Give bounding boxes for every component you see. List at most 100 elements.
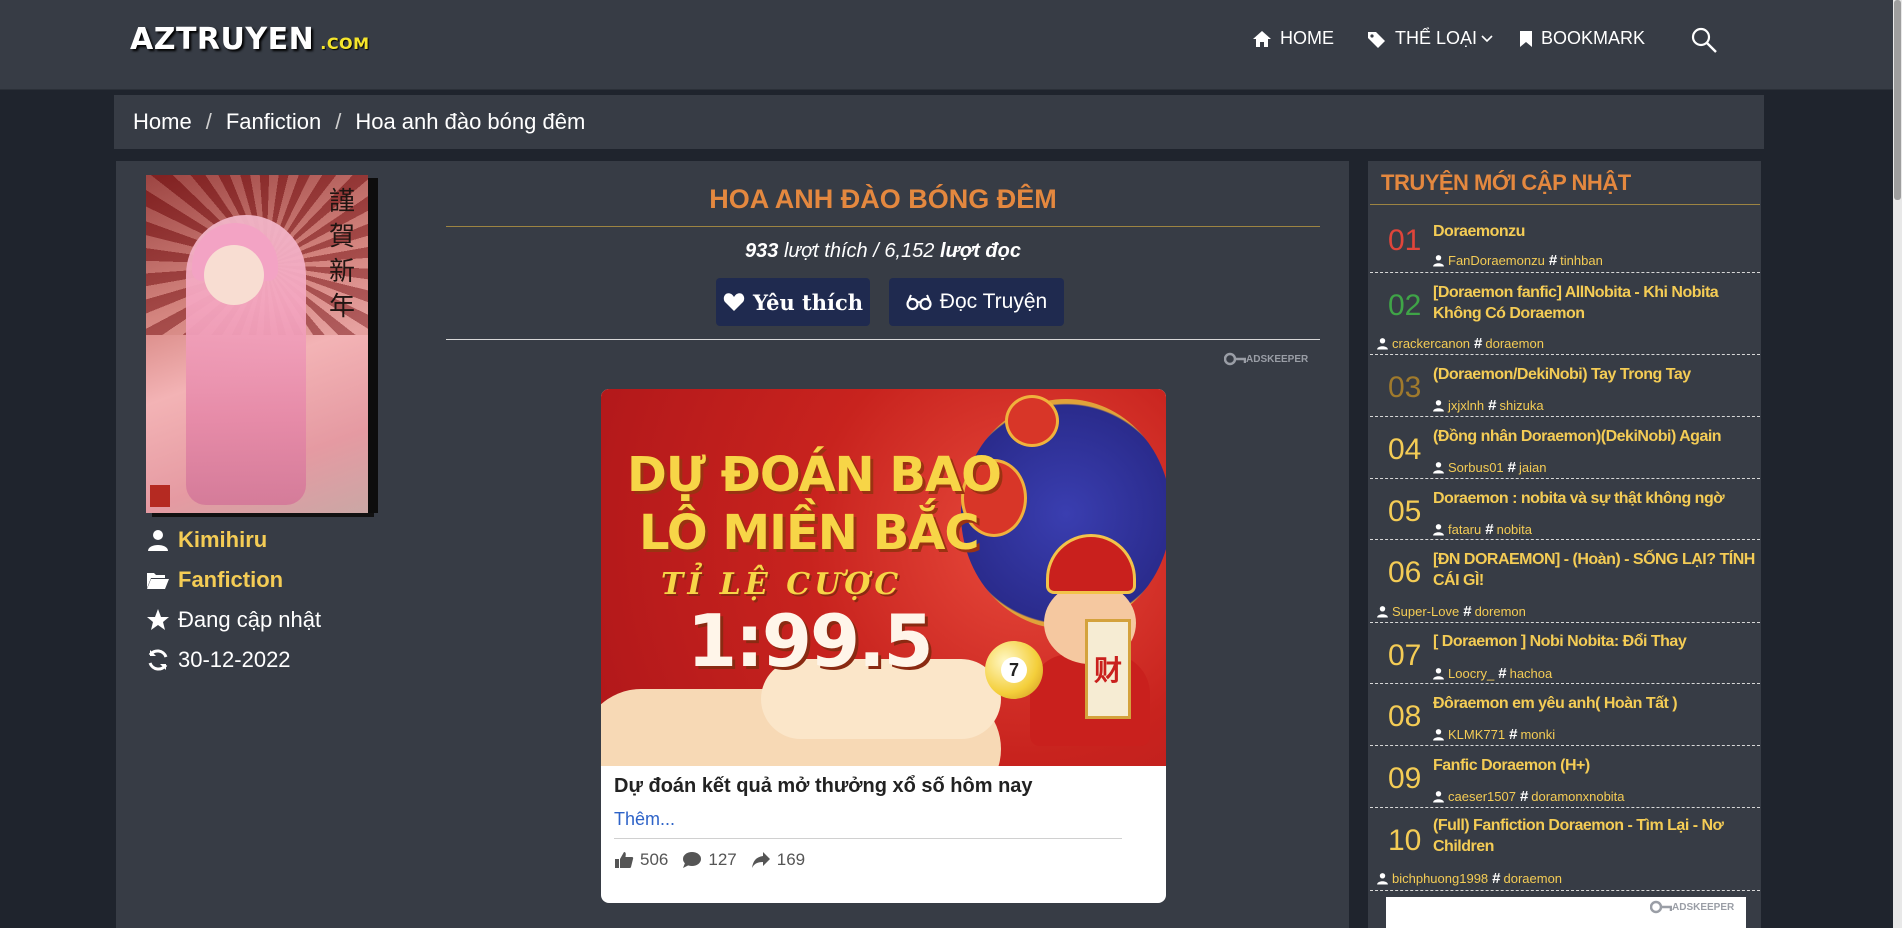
latest-story-title[interactable]: Fanfic Doraemon (H+) <box>1433 755 1755 776</box>
story-genre-name: Fanfiction <box>178 567 284 592</box>
nav-bookmark-link[interactable]: BOOKMARK <box>1519 28 1645 49</box>
hashtag-icon: # <box>1474 335 1483 352</box>
latest-story-title[interactable]: (Doraemon/DekiNobi) Tay Trong Tay <box>1433 364 1755 385</box>
latest-story-author[interactable]: FanDoraemonzu <box>1448 253 1545 268</box>
latest-story-title[interactable]: (Full) Fanfiction Doraemon - Tìm Lại - N… <box>1433 815 1755 857</box>
site-logo[interactable]: AZTRUYEN .COM <box>130 22 370 57</box>
rank-number: 07 <box>1388 639 1422 672</box>
rank-number: 10 <box>1388 824 1422 857</box>
latest-story-tag[interactable]: tinhban <box>1560 253 1603 268</box>
latest-story-tag[interactable]: doraemon <box>1485 336 1544 351</box>
key-icon <box>1224 352 1246 366</box>
latest-story-title[interactable]: Đôraemon em yêu anh( Hoàn Tất ) <box>1433 693 1755 714</box>
user-icon <box>1433 729 1444 741</box>
rank-number: 05 <box>1388 495 1422 528</box>
latest-story-tag[interactable]: shizuka <box>1499 398 1543 413</box>
latest-story-author[interactable]: fataru <box>1448 522 1481 537</box>
breadcrumb-separator: / <box>335 109 342 134</box>
favorite-button[interactable]: Yêu thích <box>716 278 870 326</box>
latest-story-meta: crackercanon # doraemon <box>1376 335 1544 352</box>
latest-story-tag[interactable]: doraemon <box>1504 871 1563 886</box>
latest-story-item[interactable]: 09 Fanfic Doraemon (H+) caeser1507 # doram… <box>1370 746 1760 808</box>
breadcrumb-genre[interactable]: Fanfiction <box>226 109 321 135</box>
heart-icon <box>723 293 745 311</box>
user-icon <box>1377 873 1388 885</box>
latest-story-author[interactable]: Sorbus01 <box>1448 460 1504 475</box>
user-icon <box>1433 462 1444 474</box>
latest-story-meta: Sorbus01 # jaian <box>1432 459 1546 476</box>
page-scrollbar-thumb[interactable] <box>1894 0 1901 200</box>
latest-story-item[interactable]: 08 Đôraemon em yêu anh( Hoàn Tất ) KLMK7… <box>1370 684 1760 746</box>
latest-story-author[interactable]: jxjxlnh <box>1448 398 1484 413</box>
latest-story-item[interactable]: 06 [ĐN DORAEMON] - (Hoàn) - SỐNG LẠI? TÍ… <box>1370 540 1760 623</box>
share-icon <box>751 852 770 868</box>
user-icon <box>1433 524 1444 536</box>
nav-genre-dropdown[interactable]: THỂ LOẠI <box>1367 28 1493 49</box>
latest-story-meta: bichphuong1998 # doraemon <box>1376 870 1562 887</box>
ad-description[interactable]: Dự đoán kết quả mở thưởng xổ số hôm nay <box>614 775 1033 798</box>
latest-story-item[interactable]: 01 Doraemonzu FanDoraemonzu # tinhban <box>1370 205 1760 273</box>
chevron-down-icon <box>1481 34 1493 42</box>
latest-story-title[interactable]: [ Doraemon ] Nobi Nobita: Đổi Thay <box>1433 631 1755 652</box>
ad-card[interactable]: 7 财 DỰ ĐOÁN BAO LÔ MIỀN BẮC TỈ LỆ CƯỢC 1… <box>601 389 1166 903</box>
latest-story-tag[interactable]: doramonxnobita <box>1531 789 1624 804</box>
ad-like-button[interactable]: 506 <box>614 850 668 870</box>
story-status-text: Đang cập nhật <box>178 607 322 632</box>
breadcrumb-separator: / <box>205 109 212 134</box>
latest-story-title[interactable]: (Đồng nhân Doraemon)(DekiNobi) Again <box>1433 426 1755 447</box>
latest-story-item[interactable]: 04 (Đồng nhân Doraemon)(DekiNobi) Again … <box>1370 417 1760 479</box>
latest-story-tag[interactable]: jaian <box>1519 460 1546 475</box>
latest-story-item[interactable]: 05 Doraemon : nobita và sự thật không ng… <box>1370 479 1760 540</box>
key-icon <box>1650 900 1672 914</box>
story-author[interactable]: Kimihiru <box>146 527 267 553</box>
ad-more-link[interactable]: Thêm... <box>614 809 675 830</box>
adskeeper-badge[interactable]: ADSKEEPER <box>1224 352 1308 366</box>
latest-story-author[interactable]: caeser1507 <box>1448 789 1516 804</box>
latest-story-author[interactable]: KLMK771 <box>1448 727 1505 742</box>
read-story-button-label: Đọc Truyện <box>939 290 1048 313</box>
ad-ball-number: 7 <box>1001 657 1027 683</box>
latest-story-title[interactable]: Doraemon : nobita và sự thật không ngờ <box>1433 488 1755 509</box>
latest-story-item[interactable]: 07 [ Doraemon ] Nobi Nobita: Đổi Thay Lo… <box>1370 623 1760 684</box>
latest-story-title[interactable]: Doraemonzu <box>1433 221 1755 242</box>
home-icon <box>1253 30 1271 47</box>
latest-story-tag[interactable]: monki <box>1520 727 1555 742</box>
nav-bookmark-label: BOOKMARK <box>1541 28 1646 48</box>
ad-comment-button[interactable]: 127 <box>682 850 737 870</box>
search-button[interactable] <box>1690 26 1718 59</box>
latest-story-author[interactable]: Loocry_ <box>1448 666 1494 681</box>
nav-home-link[interactable]: HOME <box>1252 28 1334 49</box>
story-genre[interactable]: Fanfiction <box>146 567 283 593</box>
adskeeper-label: ADSKEEPER <box>1246 353 1309 365</box>
logo-main-text: AZTRUYEN <box>130 22 315 57</box>
story-title: HOA ANH ĐÀO BÓNG ĐÊM <box>709 184 1057 214</box>
read-story-button[interactable]: Đọc Truyện <box>889 278 1064 326</box>
hashtag-icon: # <box>1519 788 1529 805</box>
rank-number: 02 <box>1388 289 1422 322</box>
rank-number: 04 <box>1388 433 1422 466</box>
latest-story-title[interactable]: [ĐN DORAEMON] - (Hoàn) - SỐNG LẠI? TÍNH … <box>1433 549 1755 591</box>
buttons-divider <box>446 339 1320 340</box>
latest-story-author[interactable]: bichphuong1998 <box>1392 871 1488 886</box>
thumbs-up-icon <box>615 852 634 868</box>
latest-story-author[interactable]: Super-Love <box>1392 604 1459 619</box>
story-updated: 30-12-2022 <box>146 647 291 673</box>
ad-share-button[interactable]: 169 <box>751 850 805 870</box>
ad-image[interactable]: 7 财 DỰ ĐOÁN BAO LÔ MIỀN BẮC TỈ LỆ CƯỢC 1… <box>601 389 1166 766</box>
latest-story-item[interactable]: 10 (Full) Fanfiction Doraemon - Tìm Lại … <box>1370 808 1760 891</box>
latest-story-title[interactable]: [Doraemon fanfic] AllNobita - Khi Nobita… <box>1433 282 1755 324</box>
ad-god-hat <box>1046 534 1136 594</box>
latest-story-item[interactable]: 02 [Doraemon fanfic] AllNobita - Khi Nob… <box>1370 273 1760 355</box>
sidebar-adskeeper-badge[interactable]: ADSKEEPER <box>1650 900 1734 914</box>
latest-story-tag[interactable]: nobita <box>1497 522 1532 537</box>
top-navbar: AZTRUYEN .COM HOME THỂ LOẠI BOOKMARK <box>0 0 1902 90</box>
latest-story-author[interactable]: crackercanon <box>1392 336 1470 351</box>
breadcrumb-home[interactable]: Home <box>133 109 192 135</box>
ad-divider <box>614 838 1122 839</box>
latest-story-tag[interactable]: doremon <box>1475 604 1526 619</box>
latest-story-item[interactable]: 03 (Doraemon/DekiNobi) Tay Trong Tay jxj… <box>1370 355 1760 417</box>
cover-kanji-text: 謹賀新年 <box>328 187 355 322</box>
latest-story-tag[interactable]: hachoa <box>1510 666 1553 681</box>
hashtag-icon: # <box>1498 665 1507 682</box>
title-divider <box>446 226 1320 227</box>
